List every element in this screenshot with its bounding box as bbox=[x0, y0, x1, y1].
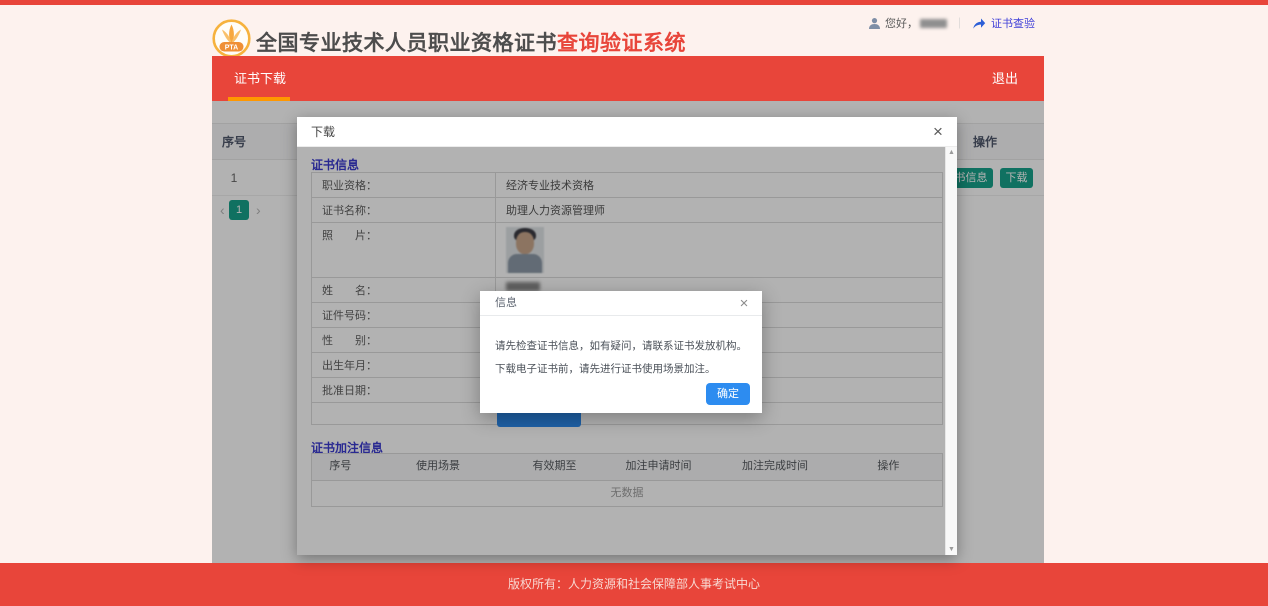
user-icon bbox=[868, 17, 881, 30]
info-message-line2: 下载电子证书前，请先进行证书使用场景加注。 bbox=[495, 358, 755, 381]
scroll-up-icon[interactable]: ▲ bbox=[946, 149, 957, 156]
download-modal-title: 下载 bbox=[311, 117, 335, 147]
info-modal-titlebar: 信息 × bbox=[480, 291, 762, 316]
download-modal-close-icon[interactable]: × bbox=[927, 117, 949, 147]
info-modal-message: 请先检查证书信息，如有疑问，请联系证书发放机构。 下载电子证书前，请先进行证书使… bbox=[495, 335, 755, 381]
separator: ｜ bbox=[954, 15, 965, 31]
pta-logo-icon: PTA bbox=[212, 19, 251, 58]
ok-button[interactable]: 确定 bbox=[706, 383, 750, 405]
header-user-box: 您好， ｜ 证书查验 bbox=[868, 15, 1035, 31]
cert-check-link[interactable]: 证书查验 bbox=[991, 15, 1035, 31]
info-modal: 信息 × 请先检查证书信息，如有疑问，请联系证书发放机构。 下载电子证书前，请先… bbox=[480, 291, 762, 413]
tab-cert-download[interactable]: 证书下载 bbox=[228, 56, 292, 101]
main-nav: 证书下载 退出 bbox=[212, 56, 1044, 101]
info-message-line1: 请先检查证书信息，如有疑问，请联系证书发放机构。 bbox=[495, 335, 755, 358]
footer: 版权所有：人力资源和社会保障部人事考试中心 bbox=[0, 563, 1268, 606]
download-modal: 下载 × 证书信息 职业资格： 经济专业技术资格 证书名称： 助理人力资源管理师… bbox=[297, 117, 957, 555]
page-title-main: 全国专业技术人员职业资格证书 bbox=[256, 32, 557, 55]
modal-scrollbar[interactable]: ▲ ▼ bbox=[945, 147, 957, 555]
scroll-down-icon[interactable]: ▼ bbox=[946, 546, 957, 553]
info-modal-title: 信息 bbox=[495, 291, 517, 316]
user-name-redacted bbox=[920, 19, 947, 28]
logout-button[interactable]: 退出 bbox=[992, 56, 1018, 101]
top-accent-strip bbox=[0, 0, 1268, 5]
share-arrow-icon bbox=[972, 17, 986, 30]
page-title: 全国专业技术人员职业资格证书查询验证系统 bbox=[256, 27, 686, 57]
copyright-text: 版权所有：人力资源和社会保障部人事考试中心 bbox=[508, 577, 760, 591]
logo-text: PTA bbox=[225, 44, 238, 51]
download-modal-titlebar: 下载 × bbox=[297, 117, 957, 147]
page-title-accent: 查询验证系统 bbox=[557, 32, 686, 55]
info-modal-close-icon[interactable]: × bbox=[734, 291, 754, 316]
greeting-text: 您好， bbox=[885, 15, 918, 31]
